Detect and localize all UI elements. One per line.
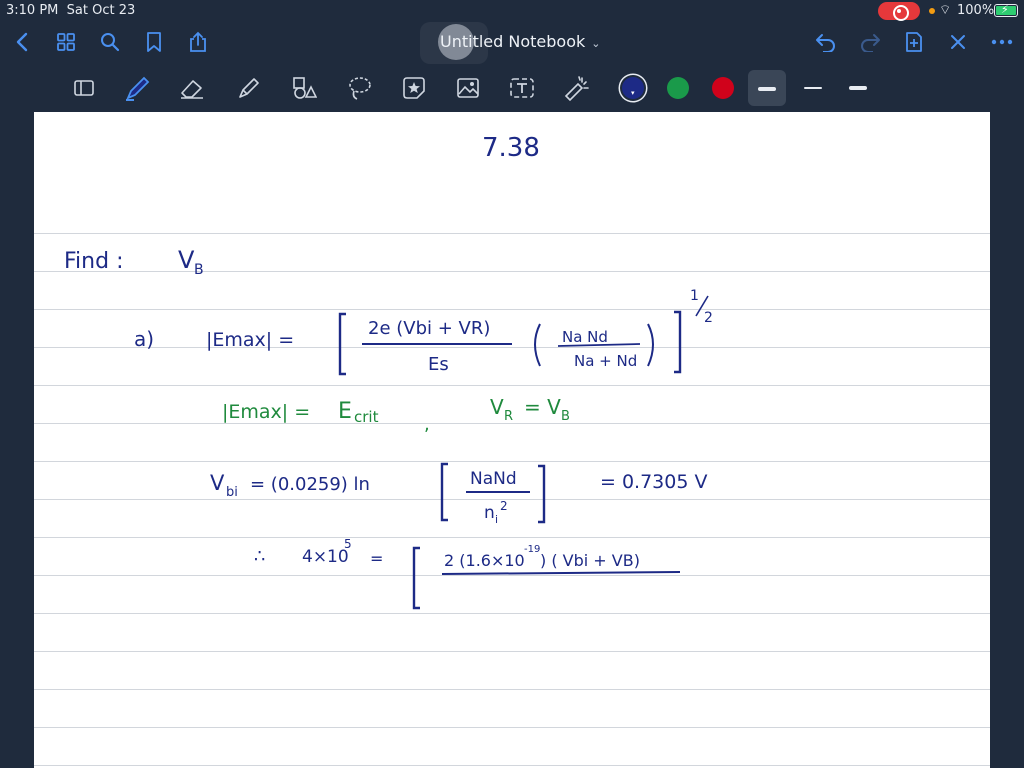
highlighter-icon[interactable] xyxy=(234,74,262,102)
mic-indicator-icon xyxy=(929,8,935,14)
vbi-frac-den-sup: 2 xyxy=(500,499,508,513)
grid-icon[interactable] xyxy=(54,30,78,54)
color-swatch-navy[interactable]: ▾ xyxy=(622,77,644,99)
status-time: 3:10 PM Sat Oct 23 xyxy=(6,3,136,18)
chevron-down-icon: ⌄ xyxy=(591,37,601,50)
add-page-icon[interactable] xyxy=(902,30,926,54)
bookmark-icon[interactable] xyxy=(142,30,166,54)
green-comma: , xyxy=(424,414,430,435)
redo-icon[interactable] xyxy=(858,30,882,54)
vbi-left-bracket xyxy=(440,462,448,522)
notebook-title[interactable]: Untitled Notebook ⌄ xyxy=(440,32,600,51)
vbi-var: V xyxy=(210,471,225,495)
wifi-icon: ⌔ xyxy=(939,3,952,18)
green-vr: V xyxy=(490,395,504,419)
eraser-icon[interactable] xyxy=(178,74,206,102)
stroke-width-thin[interactable] xyxy=(804,87,822,89)
vbi-expression: = (0.0259) ln xyxy=(250,474,370,495)
vbi-frac-numerator: NaNd xyxy=(470,469,517,489)
left-bracket xyxy=(338,312,346,376)
frac2-numerator: Na Nd xyxy=(562,328,608,346)
battery-percent: 100% xyxy=(957,3,995,18)
green-vr-sub: R xyxy=(504,409,513,424)
handwriting-layer: 7.38 Find : V B a) |Emax| = 2e (Vbi + VR… xyxy=(64,133,713,610)
vbi-sub: bi xyxy=(226,485,238,500)
green-eq-vb: = V xyxy=(524,395,561,419)
color-swatch-red[interactable] xyxy=(712,77,734,99)
notebook-page[interactable]: 7.38 Find : V B a) |Emax| = 2e (Vbi + VR… xyxy=(34,112,990,768)
stroke-width-thick xyxy=(758,87,776,91)
green-ecrit-sub: crit xyxy=(354,408,379,426)
left-paren xyxy=(534,323,541,367)
nav-bar: Untitled Notebook ⌄ xyxy=(0,22,1024,64)
exponent-denominator: 2 xyxy=(704,310,713,326)
page-layout-icon[interactable] xyxy=(70,74,98,102)
pen-icon[interactable] xyxy=(124,74,152,102)
emax-label: |Emax| = xyxy=(206,329,294,351)
eq1-numerator: 2e (Vbi + VR) xyxy=(368,318,490,339)
vbi-result: = 0.7305 V xyxy=(600,471,707,493)
chevron-down-icon: ▾ xyxy=(631,89,635,97)
green-emax: |Emax| = xyxy=(222,401,310,423)
rhs-numerator: 2 (1.6×10 xyxy=(444,551,525,570)
right-bracket xyxy=(674,310,682,374)
green-vb-sub: B xyxy=(561,409,570,424)
more-icon[interactable] xyxy=(990,30,1014,54)
laser-pointer-icon[interactable] xyxy=(562,74,590,102)
right-paren xyxy=(647,323,654,367)
find-label: Find : xyxy=(64,249,123,274)
color-swatch-green[interactable] xyxy=(667,77,689,99)
chevron-left-icon[interactable] xyxy=(10,30,34,54)
vbi-frac-den-sub: i xyxy=(495,513,498,526)
exponent-numerator: 1 xyxy=(690,288,699,304)
notebook-app: 3:10 PM Sat Oct 23 ⌔ 100% ⚡ Untitled Not… xyxy=(0,0,1024,768)
vbi-right-bracket xyxy=(538,464,546,524)
status-bar: 3:10 PM Sat Oct 23 ⌔ 100% ⚡ xyxy=(0,0,1024,22)
therefore-symbol: ∴ xyxy=(254,546,265,567)
battery-icon: ⚡ xyxy=(994,3,1018,17)
shapes-icon[interactable] xyxy=(290,74,318,102)
share-icon[interactable] xyxy=(186,30,210,54)
lhs-exponent: 5 xyxy=(344,537,352,551)
lasso-icon[interactable] xyxy=(346,74,374,102)
eq1-denominator: Es xyxy=(428,354,449,375)
lhs-value: 4×10 xyxy=(302,547,349,567)
part-a-label: a) xyxy=(134,327,154,351)
text-icon[interactable] xyxy=(508,74,536,102)
green-ecrit: E xyxy=(338,399,352,424)
search-icon[interactable] xyxy=(98,30,122,54)
undo-icon[interactable] xyxy=(814,30,838,54)
vbi-frac-denominator: n xyxy=(484,503,495,523)
lhs-equals: = xyxy=(370,549,383,568)
find-var-sub: B xyxy=(194,262,204,278)
rhs-numerator-exp: -19 xyxy=(524,544,540,555)
close-icon[interactable] xyxy=(946,30,970,54)
problem-number: 7.38 xyxy=(482,133,540,163)
sticker-icon[interactable] xyxy=(400,74,428,102)
frac2-denominator: Na + Nd xyxy=(574,352,637,370)
rhs-numerator-end: ) ( Vbi + VB) xyxy=(540,551,640,570)
screen-recording-icon[interactable] xyxy=(878,2,920,21)
rhs-fraction-bar xyxy=(441,571,681,575)
image-icon[interactable] xyxy=(454,74,482,102)
drawing-toolbar: ▾ xyxy=(0,64,1024,112)
rhs-left-bracket xyxy=(412,546,420,610)
find-var: V xyxy=(178,246,195,274)
stroke-width-bold[interactable] xyxy=(849,86,867,90)
